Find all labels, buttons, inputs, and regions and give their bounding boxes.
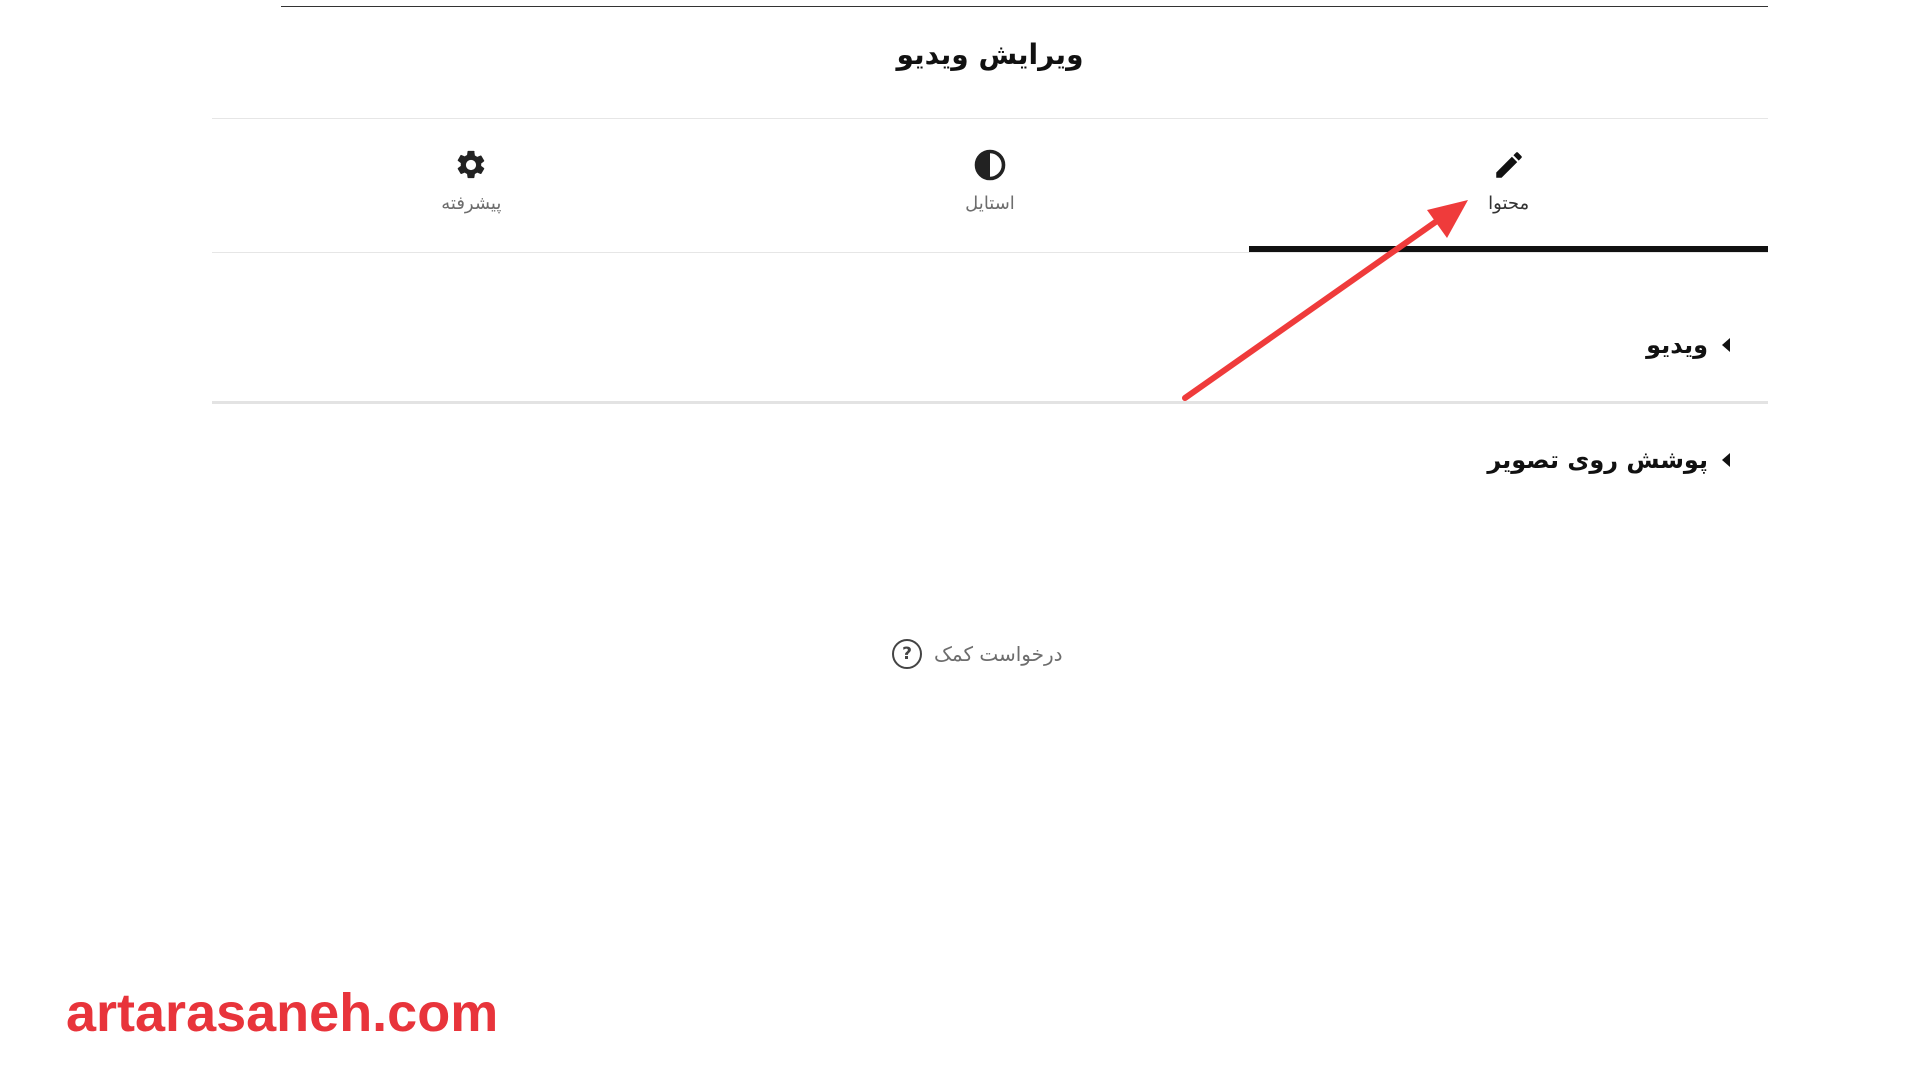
tab-advanced-label: پیشرفته <box>441 193 502 214</box>
help-link[interactable]: درخواست کمک ? <box>892 636 1063 672</box>
section-video-label: ویدیو <box>1646 331 1708 359</box>
contrast-icon <box>972 147 1008 183</box>
help-label: درخواست کمک <box>934 642 1063 666</box>
section-overlay-label: پوشش روی تصویر <box>1487 446 1708 474</box>
tab-style[interactable]: استایل <box>731 119 1250 252</box>
caret-left-icon <box>1722 338 1730 352</box>
tab-content[interactable]: محتوا <box>1249 119 1768 252</box>
tab-bar: محتوا استایل پیشرفته <box>212 119 1768 252</box>
section-divider <box>212 401 1768 404</box>
tab-content-label: محتوا <box>1488 193 1530 214</box>
section-overlay[interactable]: پوشش روی تصویر <box>212 442 1768 478</box>
page: ویرایش ویدیو محتوا استایل پیشرفته ویدیو … <box>0 0 1920 1080</box>
gear-icon <box>453 147 489 183</box>
watermark-text: artarasaneh.com <box>66 983 499 1043</box>
tab-advanced[interactable]: پیشرفته <box>212 119 731 252</box>
question-circle-icon: ? <box>892 639 922 669</box>
pencil-icon <box>1491 147 1527 183</box>
caret-left-icon <box>1722 453 1730 467</box>
tab-style-label: استایل <box>965 193 1015 214</box>
tabs-divider <box>212 252 1768 253</box>
section-video[interactable]: ویدیو <box>212 327 1768 363</box>
panel-title: ویرایش ویدیو <box>896 38 1084 71</box>
top-divider <box>281 6 1768 7</box>
